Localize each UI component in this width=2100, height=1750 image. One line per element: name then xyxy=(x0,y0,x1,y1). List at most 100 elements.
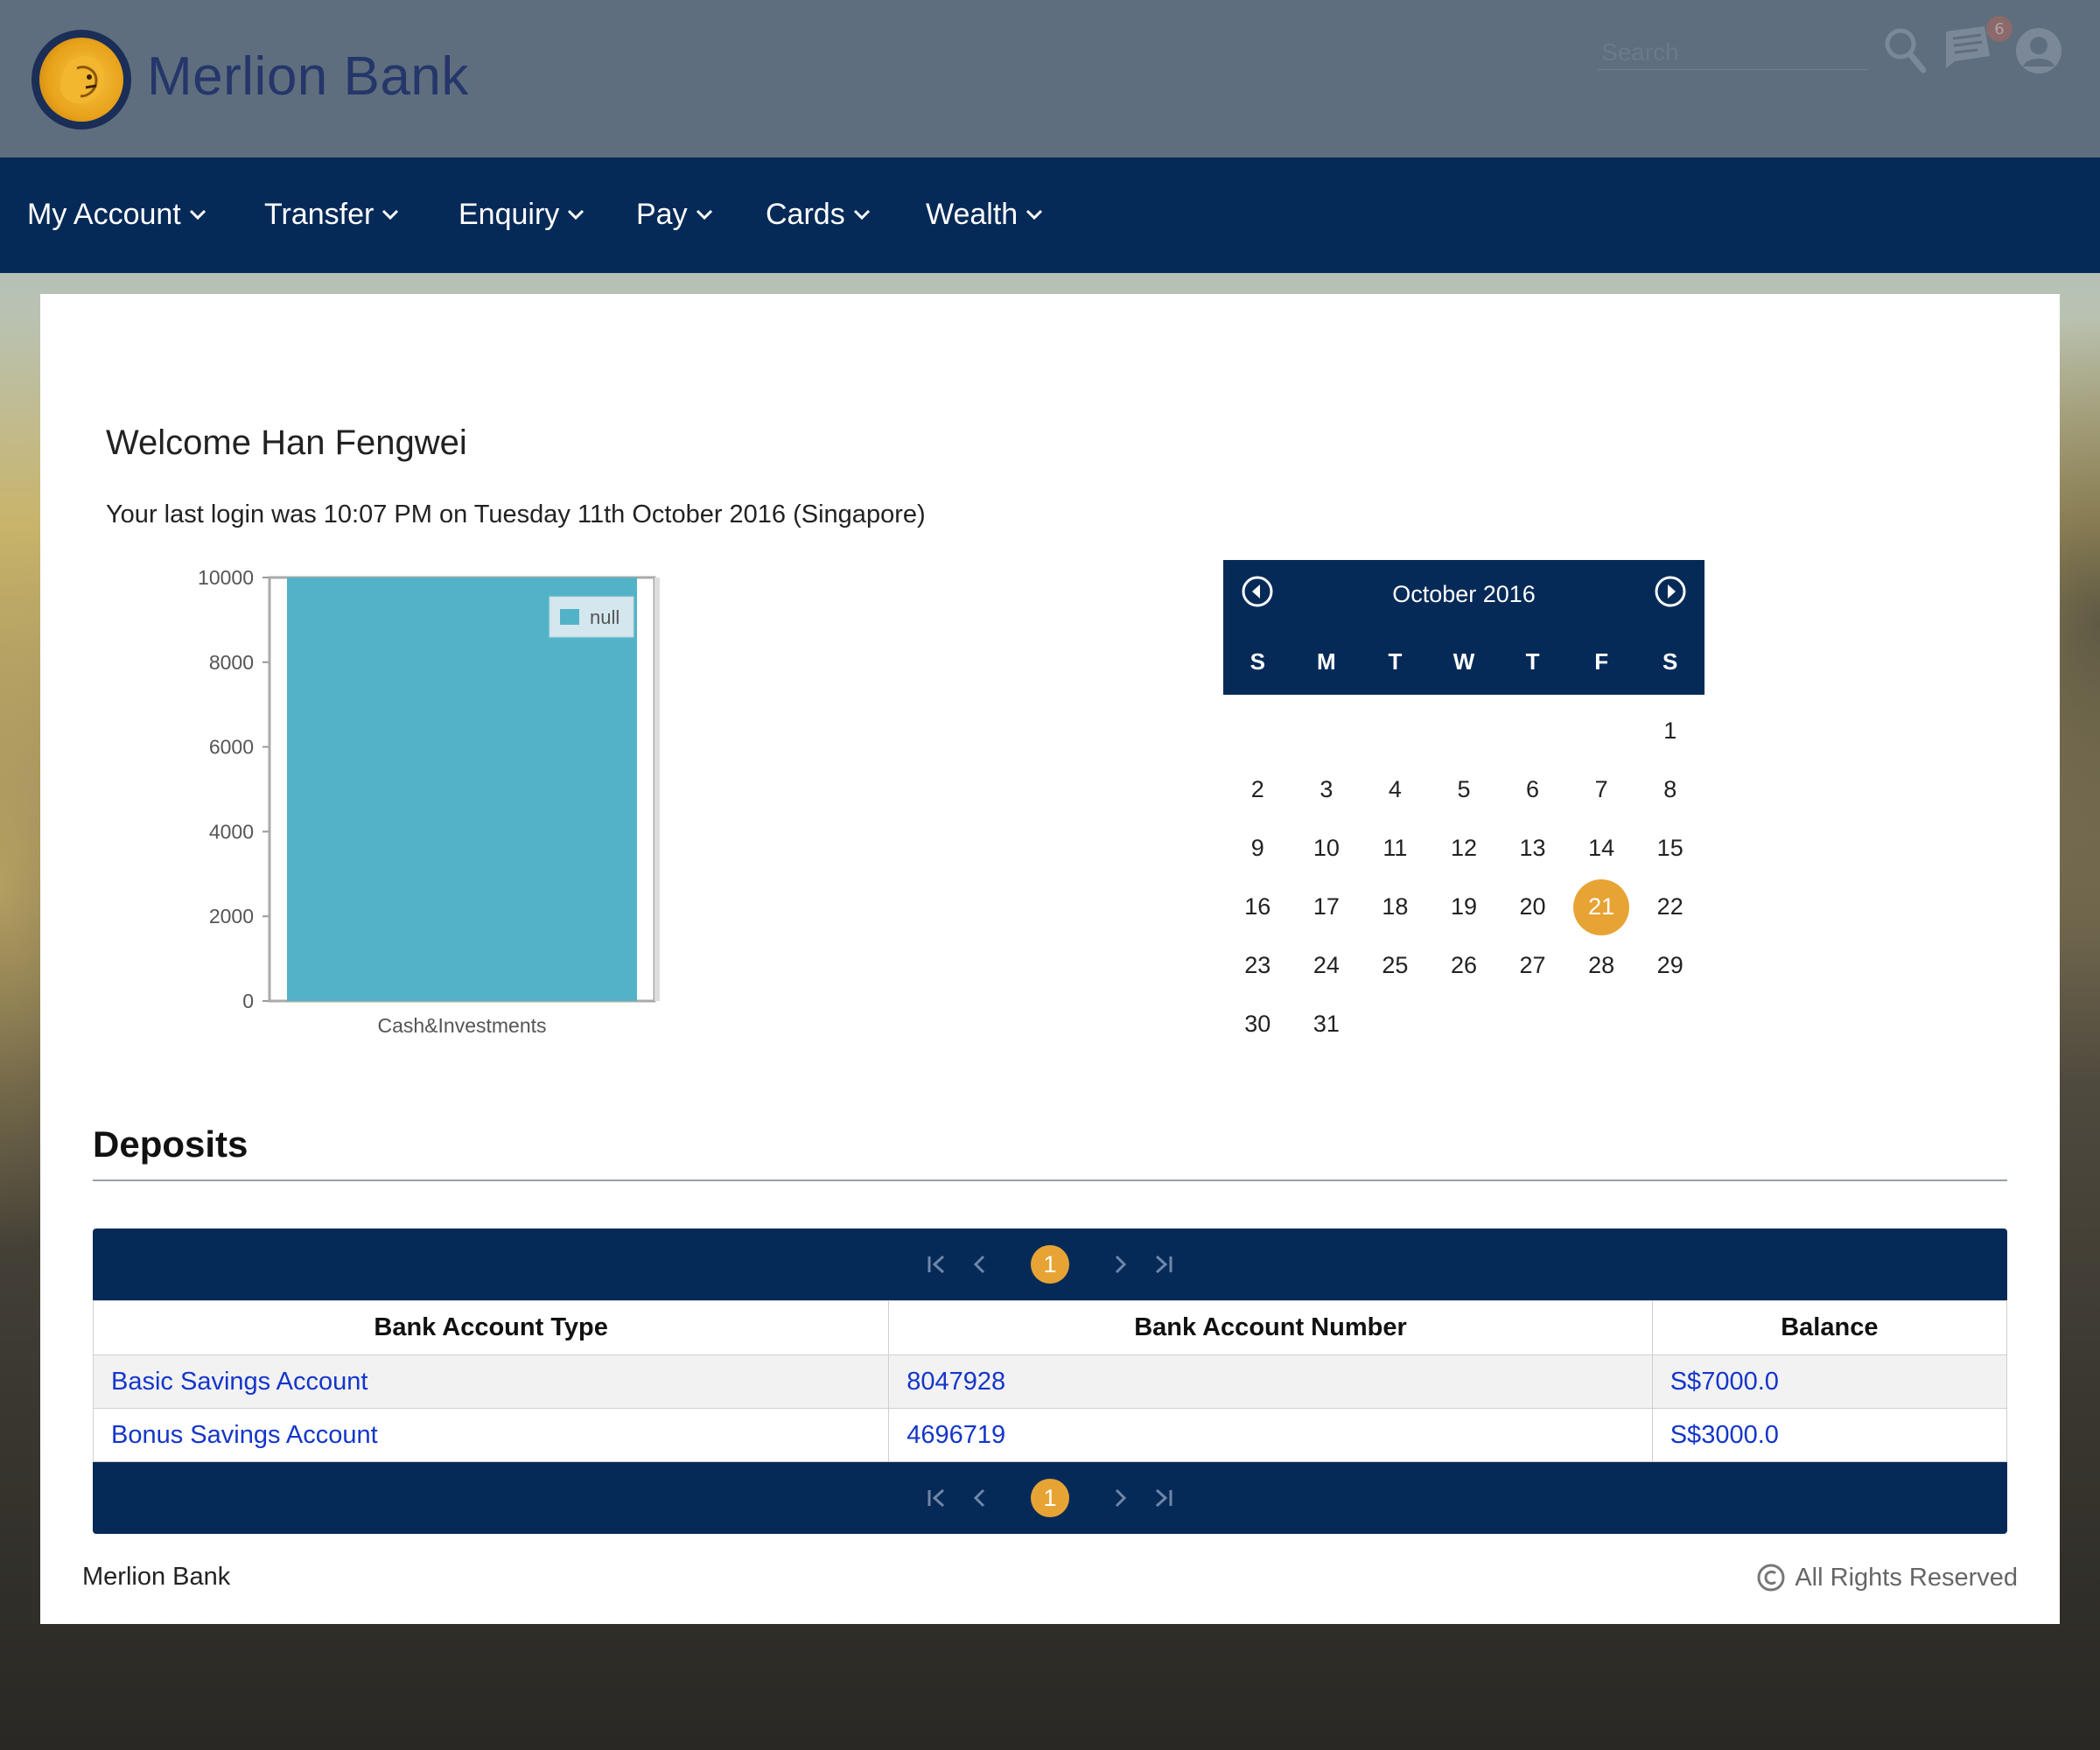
account-number-link[interactable]: 8047928 xyxy=(888,1354,1653,1409)
calendar-day[interactable]: 15 xyxy=(1635,819,1704,878)
user-avatar-icon[interactable] xyxy=(2014,26,2063,79)
chart-bar[interactable] xyxy=(287,578,637,1001)
calendar-day[interactable]: 27 xyxy=(1498,936,1567,995)
next-page-icon[interactable] xyxy=(1111,1488,1129,1508)
calendar-day[interactable]: 10 xyxy=(1292,819,1362,878)
copyright-icon xyxy=(1757,1564,1785,1592)
y-tick-label: 6000 xyxy=(209,736,254,759)
calendar-day[interactable]: 8 xyxy=(1635,760,1704,819)
last-page-icon[interactable] xyxy=(1152,1254,1174,1275)
page-number-button[interactable]: 1 xyxy=(1031,1245,1069,1284)
chart-bars xyxy=(287,578,637,1001)
calendar-day-grid: 1 2 3 4 5 6 7 8 9 10 11 12 13 14 15 16 17 18 19 20 21 22 23 24 2… xyxy=(1223,702,1704,1054)
weekday-label: W xyxy=(1452,648,1475,675)
calendar-day[interactable]: 3 xyxy=(1292,760,1362,819)
calendar-day[interactable]: 26 xyxy=(1430,936,1499,995)
calendar-day[interactable]: 12 xyxy=(1430,819,1499,878)
calendar-day[interactable]: 31 xyxy=(1292,995,1362,1054)
calendar-day[interactable]: 14 xyxy=(1567,819,1636,878)
nav-wealth[interactable]: Wealth xyxy=(926,192,1044,236)
calendar-day[interactable]: 11 xyxy=(1361,819,1430,878)
nav-pay[interactable]: Pay xyxy=(636,192,714,236)
calendar: October 2016 S M T W T F S 1 2 3 4 5 6 7 8 9 10 11… xyxy=(1223,560,1704,1054)
chart-plot-shadow xyxy=(654,578,660,1001)
calendar-day[interactable]: 25 xyxy=(1361,936,1430,995)
footer-copyright: All Rights Reserved xyxy=(1756,1563,2018,1592)
lion-logo-icon[interactable] xyxy=(32,30,131,130)
chart-legend: null xyxy=(549,596,634,638)
weekday-label: S xyxy=(1250,648,1265,675)
last-login-text: Your last login was 10:07 PM on Tuesday … xyxy=(106,500,926,528)
nav-label: My Account xyxy=(27,197,181,231)
account-number-link[interactable]: 4696719 xyxy=(888,1408,1653,1462)
calendar-day[interactable]: 29 xyxy=(1635,936,1704,995)
calendar-day[interactable]: 30 xyxy=(1223,995,1292,1054)
main-nav: My Account Transfer Enquiry Pay Cards We… xyxy=(0,158,2100,273)
chevron-down-icon xyxy=(696,209,712,220)
calendar-empty-cell xyxy=(1361,702,1430,760)
first-page-icon[interactable] xyxy=(926,1488,948,1508)
calendar-day[interactable]: 13 xyxy=(1498,819,1567,878)
next-page-icon[interactable] xyxy=(1111,1254,1129,1275)
legend-label: null xyxy=(590,606,620,628)
balance-link[interactable]: S$3000.0 xyxy=(1651,1408,2008,1462)
column-header-balance[interactable]: Balance xyxy=(1651,1300,2008,1355)
calendar-empty-cell xyxy=(1498,702,1567,760)
calendar-day-today[interactable]: 21 xyxy=(1567,878,1636,936)
calendar-day[interactable]: 2 xyxy=(1223,760,1292,819)
weekday-label: S xyxy=(1662,648,1678,675)
calendar-day[interactable]: 9 xyxy=(1223,819,1292,878)
deposits-heading: Deposits xyxy=(93,1124,248,1165)
column-header-account-type[interactable]: Bank Account Type xyxy=(92,1300,890,1355)
table-row[interactable]: Bonus Savings Account 4696719 S$3000.0 xyxy=(92,1408,2008,1462)
first-page-icon[interactable] xyxy=(926,1254,948,1275)
prev-month-icon[interactable] xyxy=(1241,575,1274,614)
weekday-label: T xyxy=(1388,648,1403,675)
footer-rights-text: All Rights Reserved xyxy=(1795,1563,2018,1592)
table-pager-bottom: 1 xyxy=(93,1462,2007,1534)
search-icon[interactable] xyxy=(1883,26,1927,77)
calendar-day[interactable]: 20 xyxy=(1498,878,1567,936)
table-row[interactable]: Basic Savings Account 8047928 S$7000.0 xyxy=(92,1354,2008,1409)
chevron-down-icon xyxy=(568,209,584,220)
welcome-title: Welcome Han Fengwei xyxy=(106,424,467,462)
weekday-label: T xyxy=(1525,648,1540,675)
column-header-account-number[interactable]: Bank Account Number xyxy=(888,1300,1653,1355)
nav-transfer[interactable]: Transfer xyxy=(264,192,400,236)
calendar-day[interactable]: 23 xyxy=(1223,936,1292,995)
balance-link[interactable]: S$7000.0 xyxy=(1651,1354,2008,1409)
calendar-day[interactable]: 7 xyxy=(1567,760,1636,819)
calendar-day[interactable]: 22 xyxy=(1635,878,1704,936)
calendar-day[interactable]: 16 xyxy=(1223,878,1292,936)
calendar-day[interactable]: 28 xyxy=(1567,936,1636,995)
calendar-day[interactable]: 4 xyxy=(1361,760,1430,819)
footer-brand: Merlion Bank xyxy=(82,1563,231,1591)
chevron-down-icon xyxy=(853,209,870,220)
calendar-empty-cell xyxy=(1430,702,1499,760)
calendar-day[interactable]: 24 xyxy=(1292,936,1362,995)
last-page-icon[interactable] xyxy=(1152,1488,1174,1508)
brand-name[interactable]: Merlion Bank xyxy=(147,46,469,108)
nav-cards[interactable]: Cards xyxy=(766,192,872,236)
calendar-day[interactable]: 1 xyxy=(1635,702,1704,760)
prev-page-icon[interactable] xyxy=(971,1254,989,1275)
table-header-row: Bank Account Type Bank Account Number Ba… xyxy=(92,1300,2008,1355)
y-tick-label: 2000 xyxy=(209,905,254,928)
account-type-link[interactable]: Bonus Savings Account xyxy=(92,1408,890,1462)
calendar-day[interactable]: 5 xyxy=(1430,760,1499,819)
prev-page-icon[interactable] xyxy=(971,1488,989,1508)
nav-label: Cards xyxy=(766,197,845,231)
deposits-grid: Bank Account Type Bank Account Number Ba… xyxy=(92,1300,2008,1462)
nav-label: Pay xyxy=(636,197,688,231)
calendar-day[interactable]: 19 xyxy=(1430,878,1499,936)
nav-my-account[interactable]: My Account xyxy=(27,192,207,236)
account-type-link[interactable]: Basic Savings Account xyxy=(92,1354,890,1409)
search-input[interactable] xyxy=(1598,35,1869,70)
nav-enquiry[interactable]: Enquiry xyxy=(458,192,585,236)
calendar-day[interactable]: 18 xyxy=(1361,878,1430,936)
next-month-icon[interactable] xyxy=(1654,575,1687,614)
calendar-day[interactable]: 17 xyxy=(1292,878,1362,936)
page-number-button[interactable]: 1 xyxy=(1031,1479,1069,1517)
calendar-day[interactable]: 6 xyxy=(1498,760,1567,819)
nav-label: Transfer xyxy=(264,197,374,231)
